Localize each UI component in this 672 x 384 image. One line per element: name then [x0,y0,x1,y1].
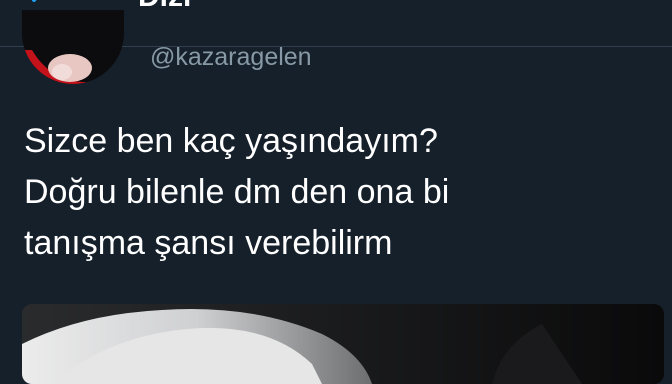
tweet-text: Sizce ben kaç yaşındayım? Doğru bilenle … [24,116,654,269]
tweet-text-line: tanışma şansı verebilirm [24,224,393,262]
tweet-text-line: Doğru bilenle dm den ona bi [24,173,450,211]
tweet-text-line: Sizce ben kaç yaşındayım? [24,122,438,160]
tweet-media-image[interactable] [22,304,664,384]
user-handle[interactable]: @kazaragelen [150,43,312,71]
page-title: Dizi [138,0,191,12]
avatar[interactable] [22,10,124,84]
